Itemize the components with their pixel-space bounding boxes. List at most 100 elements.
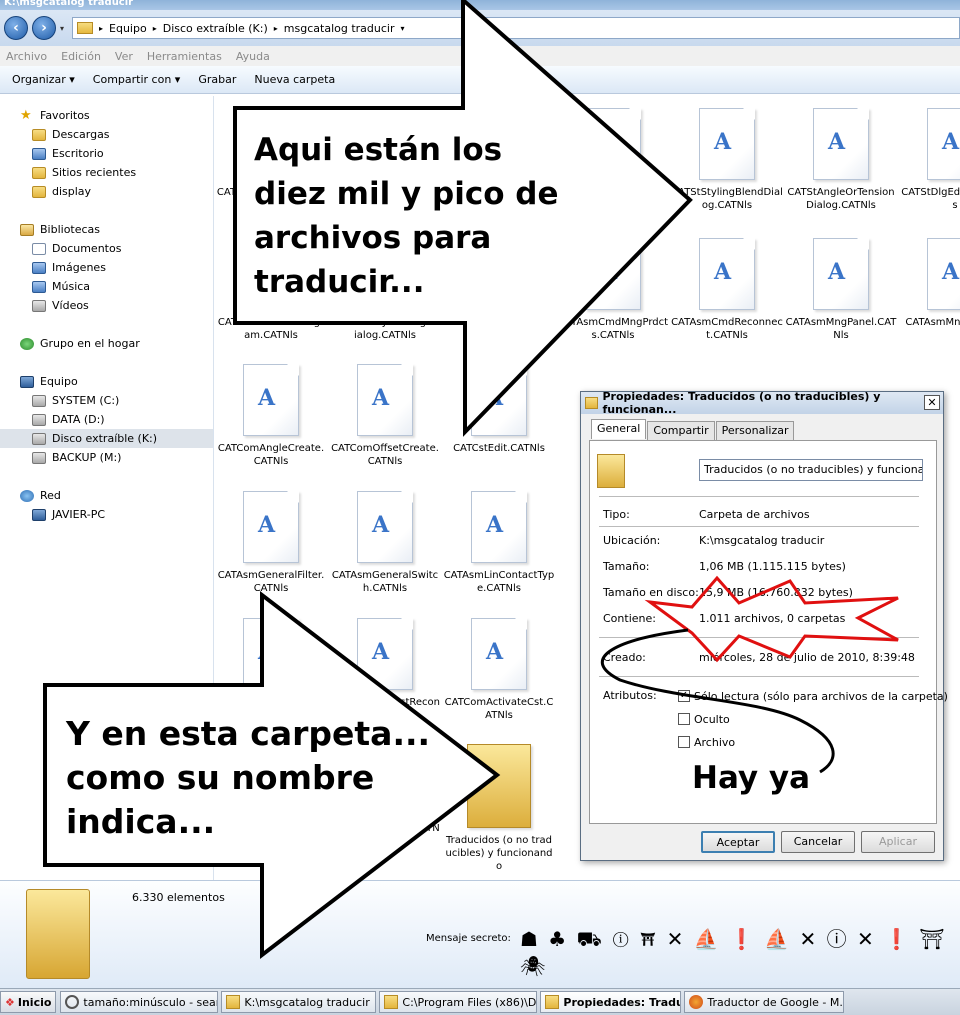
- library-icon: [20, 223, 34, 236]
- sidebar-item-system-c[interactable]: SYSTEM (C:): [32, 391, 119, 410]
- burn-button[interactable]: Grabar: [198, 73, 236, 86]
- tab-general[interactable]: General: [591, 419, 647, 439]
- close-icon[interactable]: ✕: [924, 395, 940, 410]
- sidebar-item-backup-m[interactable]: BACKUP (M:): [32, 448, 121, 467]
- new-folder-button[interactable]: Nueva carpeta: [254, 73, 335, 86]
- file-item[interactable]: A CATCstEdit.CATNls: [443, 364, 555, 455]
- menu-ver[interactable]: Ver: [115, 50, 133, 63]
- tab-personalizar[interactable]: Personalizar: [715, 421, 795, 441]
- sidebar-item-imagenes[interactable]: Imágenes: [32, 258, 106, 277]
- chevron-down-icon[interactable]: ▾: [401, 24, 405, 33]
- catnls-file-icon: A: [927, 108, 960, 180]
- file-glyph-icon: A: [714, 129, 732, 155]
- music-icon: [32, 280, 46, 293]
- sidebar-item-bibliotecas[interactable]: Bibliotecas: [20, 220, 100, 239]
- readonly-checkbox[interactable]: ✓: [678, 690, 690, 702]
- folder-name-field[interactable]: Traducidos (o no traducibles) y funciona…: [699, 459, 923, 481]
- menu-archivo[interactable]: Archivo: [6, 50, 47, 63]
- hidden-checkbox[interactable]: [678, 713, 690, 725]
- back-button[interactable]: ‹: [4, 16, 28, 40]
- file-item[interactable]: A CATAsmCmdMngPrdcts.CATNls: [557, 238, 669, 342]
- file-item[interactable]: A CATAsmGeneralSwitch.CATNls: [329, 491, 441, 595]
- file-item[interactable]: A CATComOffsetCreate.CATNls: [329, 364, 441, 468]
- drive-icon: [32, 451, 46, 464]
- sidebar-item-grupo-hogar[interactable]: Grupo en el hogar: [20, 334, 140, 353]
- prop-value-tamano-disco: 15,9 MB (16.760.832 bytes): [699, 586, 853, 599]
- breadcrumb-folder[interactable]: msgcatalog traducir: [284, 22, 395, 35]
- prop-label-ubicacion: Ubicación:: [603, 534, 661, 547]
- file-glyph-icon: A: [372, 639, 390, 665]
- sidebar-item-javier-pc[interactable]: JAVIER-PC: [32, 505, 105, 524]
- share-button[interactable]: Compartir con ▾: [93, 73, 181, 86]
- sidebar-item-display[interactable]: display: [32, 182, 91, 201]
- file-glyph-icon: A: [828, 259, 846, 285]
- apply-button[interactable]: Aplicar: [861, 831, 935, 853]
- file-item[interactable]: A CATComAngleCreate.CATNls: [215, 364, 327, 468]
- start-button[interactable]: ❖ Inicio: [0, 991, 57, 1013]
- file-name: CATStCmdAnaCloudDistance.CATNls: [443, 317, 555, 341]
- tab-compartir[interactable]: Compartir: [647, 421, 715, 441]
- history-dropdown-icon[interactable]: ▾: [60, 24, 64, 33]
- chevron-right-icon[interactable]: ▸: [99, 24, 103, 33]
- file-item[interactable]: A CATAsmMngPanel.CATNls: [785, 238, 897, 342]
- accept-button[interactable]: Aceptar: [701, 831, 775, 853]
- sidebar-item-favoritos[interactable]: ★ Favoritos: [20, 106, 90, 125]
- task-search[interactable]: tamaño:minúsculo - sear...: [60, 991, 219, 1013]
- sidebar-item-videos[interactable]: Vídeos: [32, 296, 89, 315]
- catnls-file-icon: A: [699, 108, 755, 180]
- task-properties[interactable]: Propiedades: Traduci...: [540, 991, 682, 1013]
- file-item[interactable]: A CATAsmLinContactType.CATNls: [443, 491, 555, 595]
- file-item[interactable]: A CATStDlgEditor.CATNls: [899, 108, 960, 212]
- cancel-button[interactable]: Cancelar: [781, 831, 855, 853]
- breadcrumb-drive[interactable]: Disco extraíble (K:): [163, 22, 268, 35]
- folder-icon: [226, 995, 241, 1009]
- file-item[interactable]: A CATStStretchViewDialog.CATNls: [557, 108, 669, 212]
- forward-button[interactable]: ›: [32, 16, 56, 40]
- menu-edicion[interactable]: Edición: [61, 50, 101, 63]
- file-item[interactable]: A CATAsmGeneralFilter.CATNls: [215, 491, 327, 595]
- prop-value-creado: miércoles, 28 de julio de 2010, 8:39:48: [699, 651, 915, 664]
- divider: [599, 676, 919, 677]
- file-item[interactable]: A CATAsmCmdReconnect.CATNls: [671, 238, 783, 342]
- file-item[interactable]: A CATAsmMng.CATNls: [899, 238, 960, 329]
- attributes-label: Atributos:: [603, 689, 657, 702]
- chevron-right-icon[interactable]: ▸: [153, 24, 157, 33]
- prop-label-creado: Creado:: [603, 651, 646, 664]
- address-bar[interactable]: ▸ Equipo ▸ Disco extraíble (K:) ▸ msgcat…: [72, 17, 960, 39]
- file-item[interactable]: A CATStStylingBlendDialog.CATNls: [671, 108, 783, 212]
- chevron-right-icon[interactable]: ▸: [274, 24, 278, 33]
- file-item[interactable]: A CATAsmCmdCreFix.CATNls: [215, 618, 327, 722]
- file-name: CATComOffsetCreate.CATNls: [331, 443, 439, 467]
- sidebar-item-disco-k[interactable]: Disco extraíble (K:): [0, 429, 213, 448]
- file-item[interactable]: A CATStAngleOrTensionDialog.CATNls: [785, 108, 897, 212]
- file-name: Traducidos (o no traducibles) y funciona…: [445, 835, 553, 872]
- catnls-file-icon: A: [585, 108, 641, 180]
- sidebar-item-sitios-recientes[interactable]: Sitios recientes: [32, 163, 136, 182]
- file-item[interactable]: A CATComActivateCst.CATNls: [443, 618, 555, 722]
- divider: [599, 526, 919, 527]
- file-glyph-icon: A: [372, 512, 390, 538]
- file-glyph-icon: A: [486, 639, 504, 665]
- file-item[interactable]: A CATAsmCmdCstReconnect.CATNls: [329, 618, 441, 722]
- catnls-file-icon: A: [243, 364, 299, 436]
- task-explorer-k[interactable]: K:\msgcatalog traducir: [221, 991, 377, 1013]
- menu-ayuda[interactable]: Ayuda: [236, 50, 270, 63]
- breadcrumb-equipo[interactable]: Equipo: [109, 22, 147, 35]
- sidebar-item-documentos[interactable]: Documentos: [32, 239, 121, 258]
- folder-item[interactable]: Traducidos (o no traducibles) y funciona…: [443, 744, 555, 873]
- archive-checkbox[interactable]: [678, 736, 690, 748]
- sidebar-item-equipo[interactable]: Equipo: [20, 372, 78, 391]
- task-google-translate[interactable]: Traductor de Google - M...: [684, 991, 845, 1013]
- folder-icon: [597, 454, 625, 488]
- task-explorer-c[interactable]: C:\Program Files (x86)\D...: [379, 991, 538, 1013]
- sidebar-item-red[interactable]: Red: [20, 486, 61, 505]
- sidebar-item-musica[interactable]: Música: [32, 277, 90, 296]
- pictures-icon: [32, 261, 46, 274]
- menu-herramientas[interactable]: Herramientas: [147, 50, 222, 63]
- sidebar-item-escritorio[interactable]: Escritorio: [32, 144, 104, 163]
- catnls-file-icon: A: [813, 238, 869, 310]
- organize-button[interactable]: Organizar ▾: [12, 73, 75, 86]
- sidebar-item-data-d[interactable]: DATA (D:): [32, 410, 105, 429]
- sidebar-item-descargas[interactable]: Descargas: [32, 125, 110, 144]
- dialog-titlebar: Propiedades: Traducidos (o no traducible…: [581, 390, 943, 416]
